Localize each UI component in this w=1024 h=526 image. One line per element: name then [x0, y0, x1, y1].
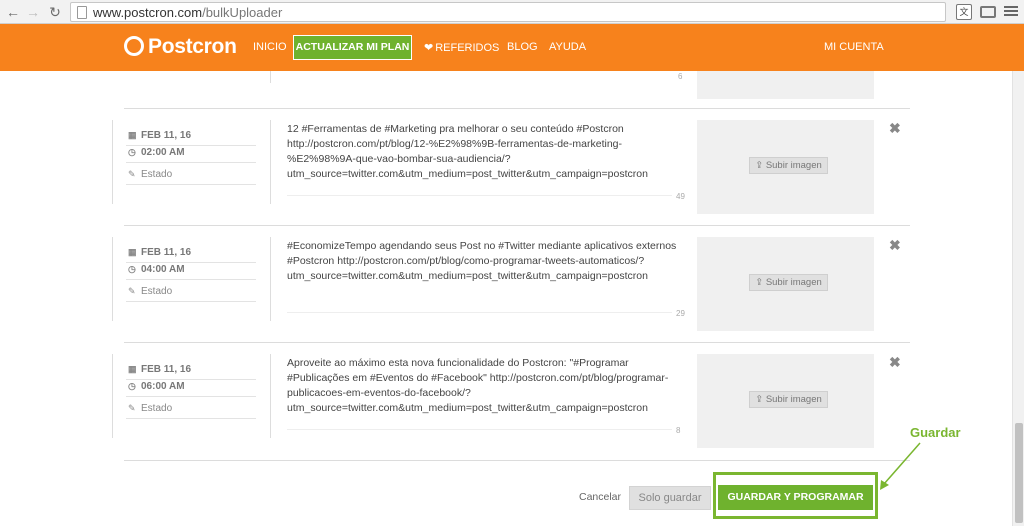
row-divider	[124, 460, 910, 461]
post-date: ▦ FEB 11, 16	[128, 130, 192, 141]
post-row: ▦ FEB 11, 16 ◷ 04:00 AM ✎ Estado #Economize…	[0, 227, 1012, 339]
app-header: Postcron INICIO ACTUALIZAR MI PLAN ❤ REFE…	[0, 24, 1024, 71]
post-text[interactable]: #EconomizeTempo agendando seus Post no #…	[287, 239, 687, 284]
forward-arrow-icon[interactable]: →	[24, 3, 42, 21]
post-time[interactable]: ◷ 02:00 AM	[128, 147, 185, 158]
char-count: 49	[676, 192, 685, 201]
char-count: 6	[678, 72, 683, 81]
url-text: www.postcron.com/bulkUploader	[93, 5, 283, 20]
menu-icon[interactable]	[1004, 4, 1018, 20]
image-drop-area[interactable]: ⇪ Subir imagen	[697, 120, 874, 214]
char-count: 8	[676, 426, 681, 435]
page-icon	[77, 6, 87, 19]
post-row: ▦ FEB 11, 16 ◷ 06:00 AM ✎ Estado Aproveite …	[0, 344, 1012, 456]
save-only-button[interactable]: Solo guardar	[629, 486, 711, 510]
post-status[interactable]: ✎ Estado	[128, 169, 172, 180]
postcron-logo[interactable]: Postcron	[124, 35, 237, 59]
annotation-label: Guardar	[910, 425, 961, 440]
post-date: ▦ FEB 11, 16	[128, 364, 192, 375]
row-divider	[124, 225, 910, 226]
postcron-logo-icon	[124, 36, 144, 56]
calendar-icon: ▦	[128, 364, 137, 374]
bulk-upload-list: 6 ▦ FEB 11, 16 ◷ 02:00 AM ✎ Estado 12 #Ferr…	[0, 71, 1012, 526]
upload-image-button[interactable]: ⇪ Subir imagen	[749, 274, 828, 291]
image-drop-area[interactable]: ⇪ Subir imagen	[697, 237, 874, 331]
image-drop-area[interactable]: ⇪ Subir imagen	[697, 354, 874, 448]
post-status[interactable]: ✎ Estado	[128, 286, 172, 297]
calendar-icon: ▦	[128, 247, 137, 257]
row-divider	[124, 342, 910, 343]
close-icon[interactable]: ✖	[889, 237, 901, 254]
post-status[interactable]: ✎ Estado	[128, 403, 172, 414]
row-divider	[124, 108, 910, 109]
close-icon[interactable]: ✖	[889, 354, 901, 371]
calendar-icon: ▦	[128, 130, 137, 140]
upload-image-button[interactable]: ⇪ Subir imagen	[749, 391, 828, 408]
clock-icon: ◷	[128, 264, 136, 274]
post-text[interactable]: Aproveite ao máximo esta nova funcionali…	[287, 356, 687, 416]
upload-image-button[interactable]: ⇪ Subir imagen	[749, 157, 828, 174]
nav-mi-cuenta[interactable]: MI CUENTA	[824, 41, 884, 53]
post-text[interactable]: 12 #Ferramentas de #Marketing pra melhor…	[287, 122, 687, 182]
char-count: 29	[676, 309, 685, 318]
nav-inicio[interactable]: INICIO	[253, 41, 287, 53]
nav-referidos[interactable]: ❤ REFERIDOS	[424, 41, 499, 54]
scrollbar-thumb[interactable]	[1015, 423, 1023, 523]
address-bar[interactable]: www.postcron.com/bulkUploader	[70, 2, 946, 22]
post-time[interactable]: ◷ 06:00 AM	[128, 381, 185, 392]
heart-icon: ❤	[424, 42, 434, 54]
clock-icon: ◷	[128, 381, 136, 391]
cancel-link[interactable]: Cancelar	[579, 491, 621, 503]
edit-icon: ✎	[128, 169, 136, 179]
post-date: ▦ FEB 11, 16	[128, 247, 192, 258]
edit-icon: ✎	[128, 286, 136, 296]
scrollbar[interactable]	[1012, 71, 1024, 526]
reload-icon[interactable]: ↻	[46, 3, 64, 21]
cast-icon[interactable]	[980, 6, 996, 18]
back-arrow-icon[interactable]: ←	[4, 3, 22, 21]
save-and-schedule-button[interactable]: GUARDAR Y PROGRAMAR	[718, 485, 873, 510]
post-row: ▦ FEB 11, 16 ◷ 02:00 AM ✎ Estado 12 #Ferram…	[0, 110, 1012, 222]
image-drop-area[interactable]	[697, 71, 874, 99]
translate-icon[interactable]: 文	[956, 4, 972, 20]
nav-ayuda[interactable]: AYUDA	[549, 41, 586, 53]
close-icon[interactable]: ✖	[889, 120, 901, 137]
post-time[interactable]: ◷ 04:00 AM	[128, 264, 185, 275]
edit-icon: ✎	[128, 403, 136, 413]
nav-blog[interactable]: BLOG	[507, 41, 538, 53]
clock-icon: ◷	[128, 147, 136, 157]
upgrade-plan-button[interactable]: ACTUALIZAR MI PLAN	[293, 35, 412, 60]
browser-toolbar: ← → ↻ www.postcron.com/bulkUploader 文	[0, 0, 1024, 24]
